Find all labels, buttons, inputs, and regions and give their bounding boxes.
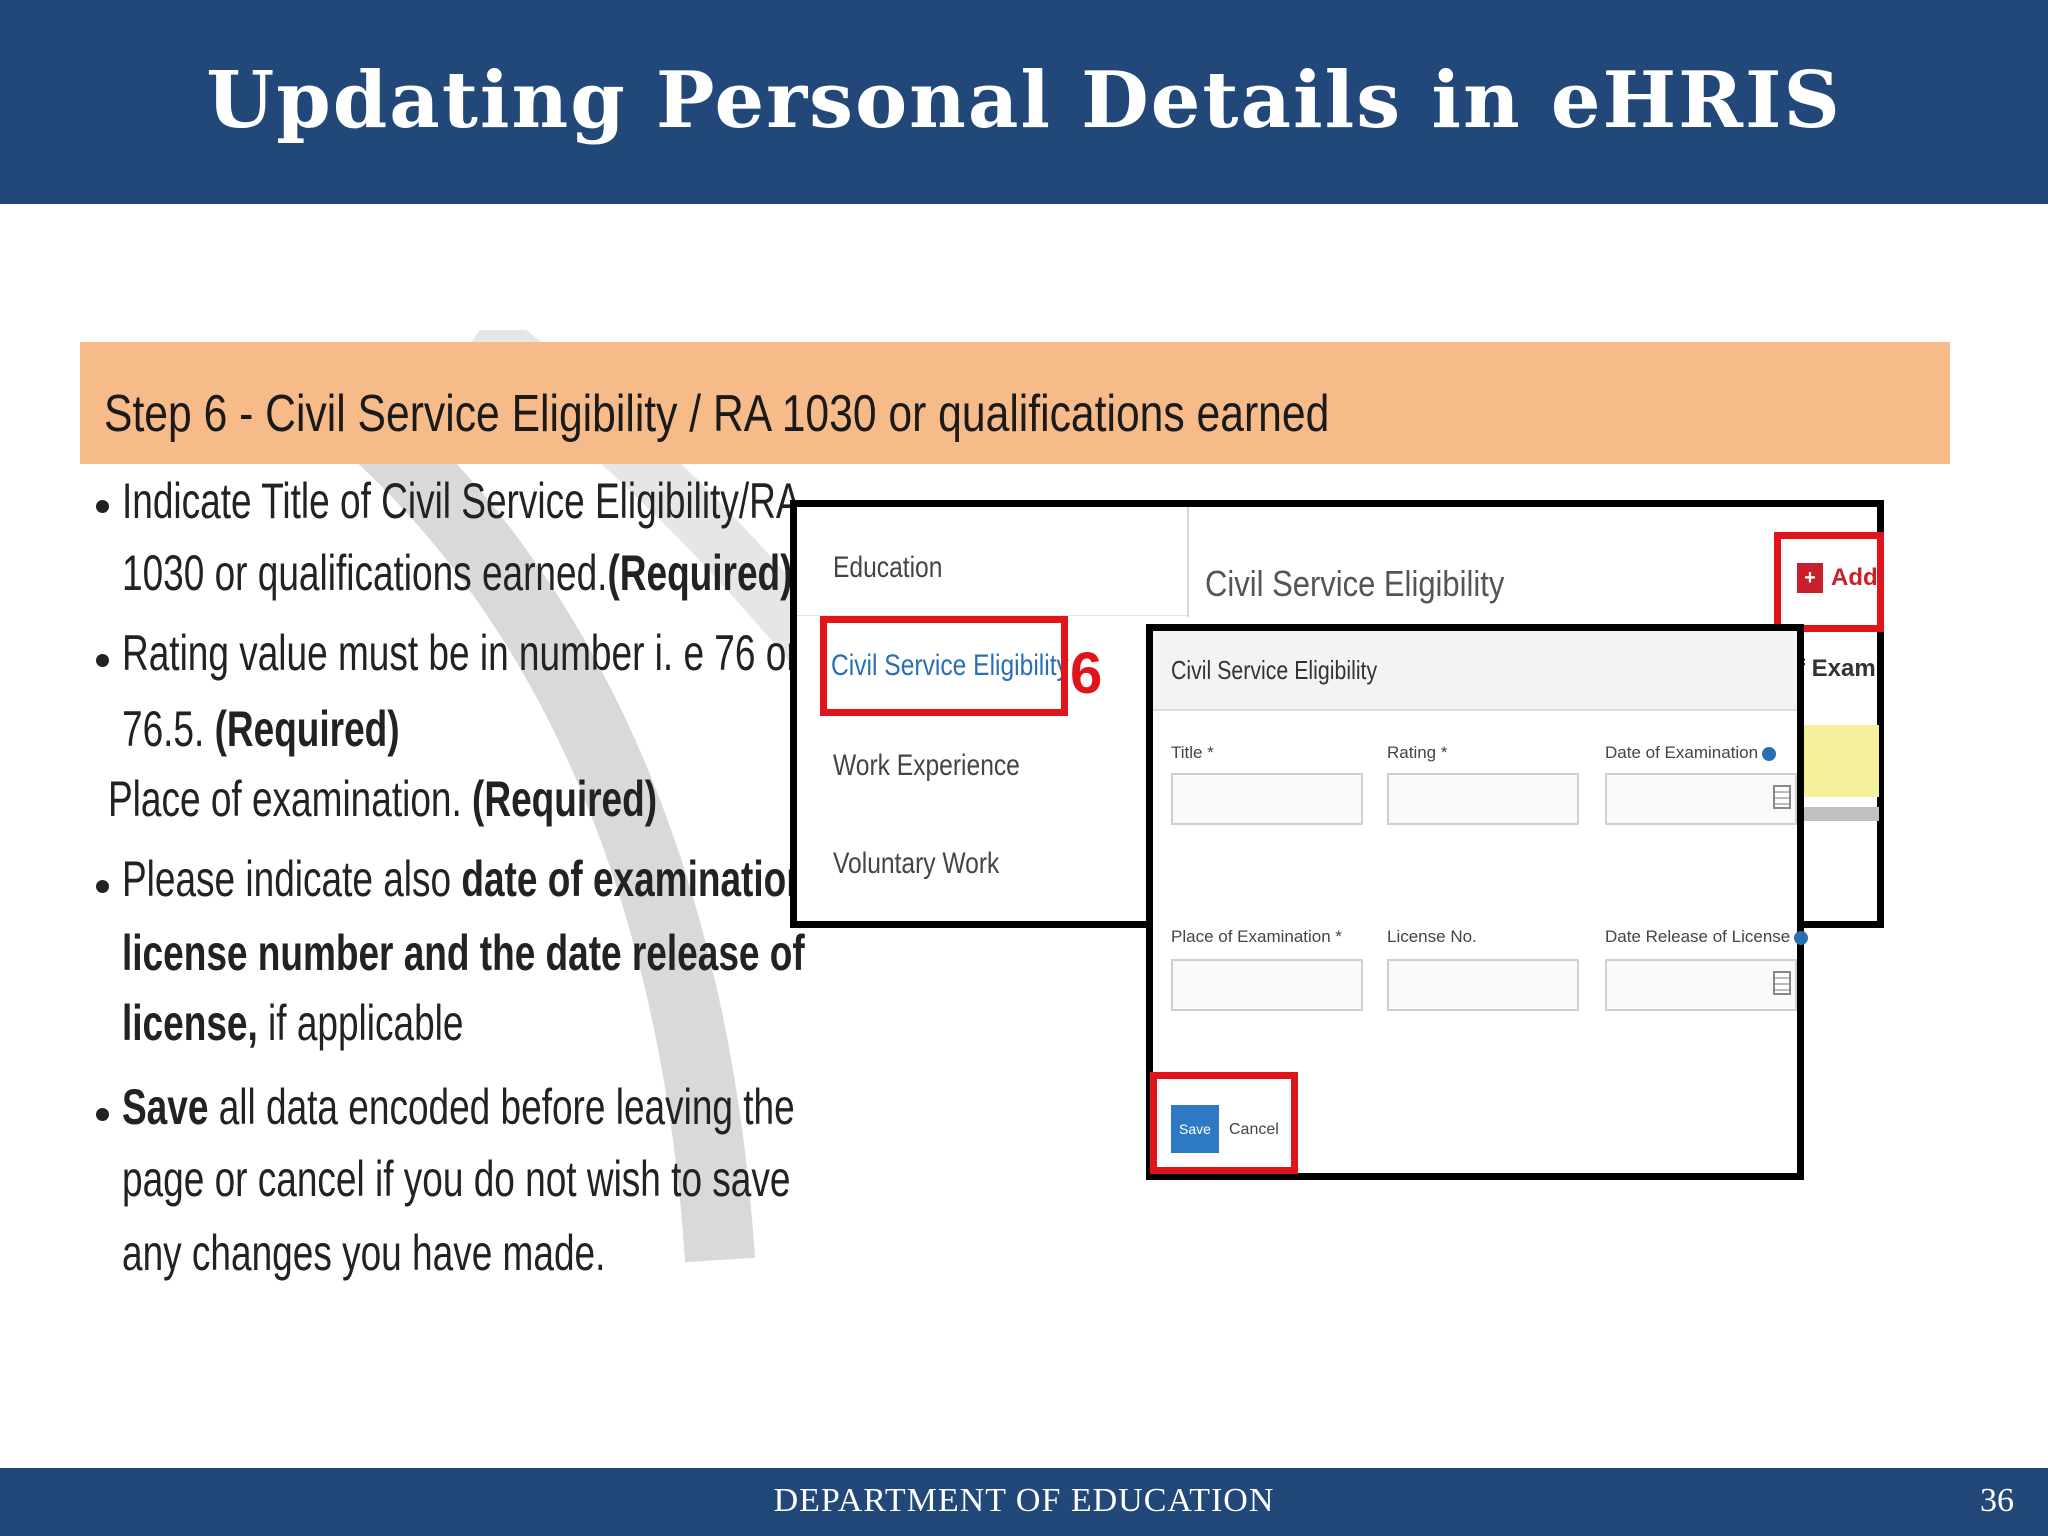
dialog-header: Civil Service Eligibility [1153, 631, 1797, 711]
sidebar-divider [1187, 507, 1189, 617]
date-exam-label: Date of Examination [1605, 743, 1777, 763]
instruction-line: any changes you have made. [122, 1225, 606, 1281]
place-input[interactable] [1171, 959, 1363, 1011]
place-label: Place of Examination * [1171, 927, 1343, 946]
license-label: License No. [1387, 927, 1477, 946]
instruction-line: 1030 or qualifications earned.(Required) [122, 545, 793, 601]
slide-footer: DEPARTMENT OF EDUCATION 36 [0, 1468, 2048, 1536]
table-column-header: f Exam [1797, 655, 1876, 682]
step-banner: Step 6 - Civil Service Eligibility / RA … [80, 342, 1950, 464]
bullet-icon [96, 500, 109, 513]
instruction-line: page or cancel if you do not wish to sav… [122, 1151, 791, 1207]
calendar-icon[interactable] [1773, 971, 1791, 995]
bullet-icon [96, 654, 109, 667]
highlight-civil-service-item [820, 616, 1068, 716]
sidebar-item-education[interactable]: Education [833, 551, 942, 585]
calendar-icon[interactable] [1773, 785, 1791, 809]
instruction-line: license number and the date release of [122, 925, 805, 981]
sidebar-item-work-experience[interactable]: Work Experience [833, 749, 1020, 783]
instruction-line: Place of examination. (Required) [108, 771, 658, 827]
date-release-label: Date Release of License [1605, 927, 1809, 947]
instruction-line: license, if applicable [122, 995, 464, 1051]
date-exam-input[interactable] [1605, 773, 1797, 825]
instruction-line: Rating value must be in number i. e 76 o… [122, 625, 799, 681]
step-title: Step 6 - Civil Service Eligibility / RA … [104, 385, 1330, 443]
section-title: Civil Service Eligibility [1205, 563, 1505, 604]
slide-header: Updating Personal Details in eHRIS [0, 0, 2048, 204]
highlight-add-button [1774, 532, 1884, 632]
date-release-input[interactable] [1605, 959, 1797, 1011]
page-number: 36 [1980, 1482, 2014, 1519]
license-input[interactable] [1387, 959, 1579, 1011]
bullet-icon [96, 880, 109, 893]
title-input[interactable] [1171, 773, 1363, 825]
department-name: DEPARTMENT OF EDUCATION [773, 1482, 1275, 1519]
slide-title: Updating Personal Details in eHRIS [206, 54, 1842, 146]
info-icon [1762, 746, 1777, 761]
instruction-line: Please indicate also date of examination… [122, 851, 820, 907]
step-number-marker: 6 [1070, 641, 1103, 706]
rating-input[interactable] [1387, 773, 1579, 825]
instruction-line: 76.5. (Required) [122, 701, 400, 757]
dialog-title: Civil Service Eligibility [1171, 655, 1378, 685]
instruction-line: Indicate Title of Civil Service Eligibil… [122, 473, 801, 529]
instruction-line: Save all data encoded before leaving the [122, 1079, 795, 1135]
sidebar-item-voluntary-work[interactable]: Voluntary Work [833, 847, 999, 881]
highlight-save-cancel [1150, 1072, 1298, 1174]
table-row [1797, 725, 1879, 797]
title-label: Title * [1171, 743, 1214, 762]
scrollbar[interactable] [1797, 807, 1879, 821]
info-icon [1794, 930, 1809, 945]
rating-label: Rating * [1387, 743, 1448, 762]
bullet-icon [96, 1108, 109, 1121]
